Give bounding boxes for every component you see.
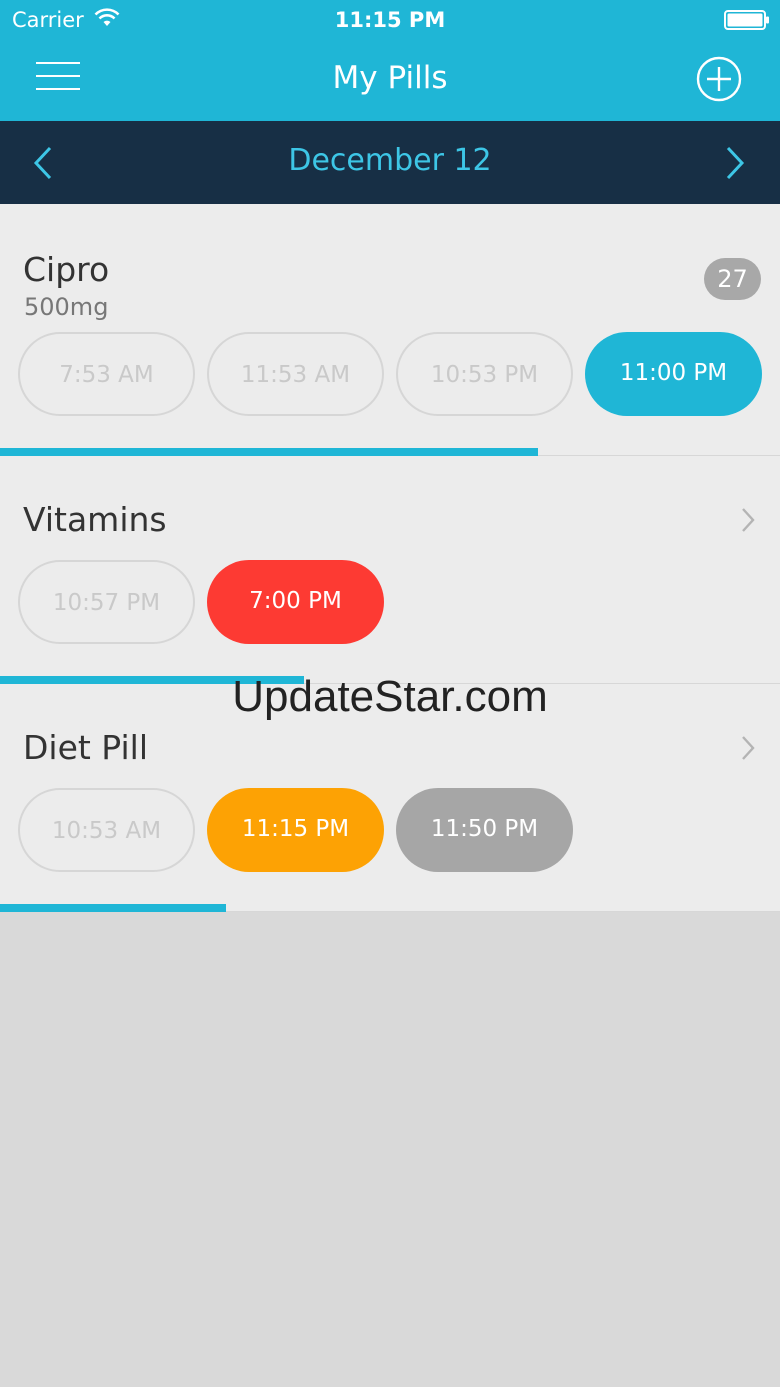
dose-progress-bar [0,448,539,456]
current-date: December 12 [288,143,492,178]
status-bar: Carrier 11:15 PM [0,0,780,40]
pill-name: Diet Pill [23,728,148,767]
watermark-text: UpdateStar.com [232,672,548,721]
dose-time-button[interactable]: 11:15 PM [207,788,384,872]
plus-circle-icon[interactable] [696,56,742,102]
pill-name: Vitamins [23,500,167,539]
pill-card-vitamins[interactable]: Vitamins 10:57 PM 7:00 PM [0,456,780,684]
battery-icon [724,10,769,30]
page-title: My Pills [332,60,448,96]
dose-time-button[interactable]: 10:57 PM [18,560,195,644]
pill-dose: 500mg [24,293,109,321]
dose-time-button[interactable]: 10:53 PM [396,332,573,416]
app-header: Carrier 11:15 PM My Pills [0,0,780,121]
date-bar: December 12 [0,121,780,204]
dose-progress-bar [0,904,227,912]
dose-time-button[interactable]: 10:53 AM [18,788,195,872]
remaining-count-badge: 27 [704,258,761,300]
pill-name: Cipro [23,250,110,289]
dose-time-button[interactable]: 11:00 PM [585,332,762,416]
chevron-right-icon[interactable] [740,735,756,761]
dose-time-button[interactable]: 11:50 PM [396,788,573,872]
pill-card-cipro[interactable]: Cipro 500mg 27 7:53 AM 11:53 AM 10:53 PM… [0,204,780,456]
dose-time-button[interactable]: 11:53 AM [207,332,384,416]
dose-time-button[interactable]: 7:00 PM [207,560,384,644]
status-time: 11:15 PM [334,8,446,32]
dose-time-button[interactable]: 7:53 AM [18,332,195,416]
chevron-right-icon[interactable] [722,145,748,181]
chevron-right-icon[interactable] [740,507,756,533]
